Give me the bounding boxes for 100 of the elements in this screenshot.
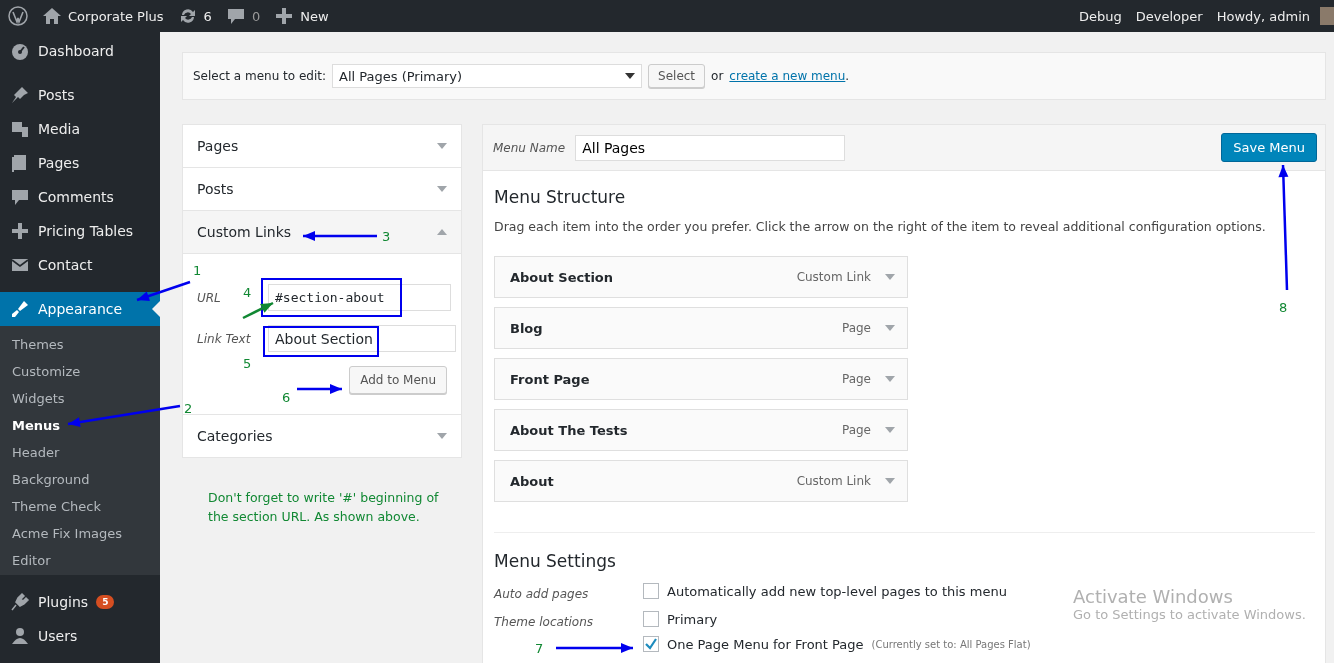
media-icon bbox=[10, 119, 30, 139]
sidebar-item[interactable]: Contact bbox=[0, 248, 160, 282]
annotation-number: 3 bbox=[382, 229, 391, 244]
collapse-arrow-icon[interactable] bbox=[437, 229, 447, 235]
expand-arrow-icon[interactable] bbox=[437, 433, 447, 439]
sidebar-item[interactable]: Comments bbox=[0, 180, 160, 214]
annotation-number: 1 bbox=[193, 263, 202, 278]
expand-arrow-icon[interactable] bbox=[885, 274, 895, 280]
expand-arrow-icon[interactable] bbox=[885, 376, 895, 382]
expand-arrow-icon[interactable] bbox=[885, 478, 895, 484]
sidebar-item[interactable]: Posts bbox=[0, 78, 160, 112]
submenu-item[interactable]: Editor bbox=[0, 548, 160, 575]
section-title: Posts bbox=[197, 181, 234, 197]
site-name-link[interactable]: Corporate Plus bbox=[68, 8, 164, 24]
admin-bar-link[interactable]: Howdy, admin bbox=[1216, 8, 1310, 24]
add-to-menu-button[interactable]: Add to Menu bbox=[349, 366, 447, 394]
activation-title: Activate Windows bbox=[1073, 586, 1234, 607]
wordpress-logo-icon[interactable] bbox=[8, 6, 28, 26]
menu-item[interactable]: Front Page Page bbox=[494, 358, 908, 400]
plus-icon[interactable] bbox=[274, 6, 295, 26]
admin-bar-link[interactable]: Developer bbox=[1135, 8, 1203, 24]
select-menu-label: Select a menu to edit: bbox=[193, 69, 327, 83]
sidebar-item[interactable]: Pages bbox=[0, 146, 160, 180]
submenu-item[interactable]: Menus bbox=[0, 413, 160, 440]
dashboard-icon bbox=[10, 41, 30, 61]
section-heading: Menu Structure bbox=[494, 187, 627, 207]
checkbox[interactable] bbox=[643, 611, 659, 627]
comments-count[interactable]: 0 bbox=[251, 8, 261, 24]
sidebar-item[interactable]: Users bbox=[0, 619, 160, 653]
save-menu-button[interactable]: Save Menu bbox=[1221, 133, 1317, 162]
annotation-number: 6 bbox=[282, 390, 291, 405]
annotation-number: 4 bbox=[243, 285, 252, 300]
submenu-item[interactable]: Widgets bbox=[0, 386, 160, 413]
section-title: Pages bbox=[197, 138, 239, 154]
submenu-item[interactable]: Themes bbox=[0, 332, 160, 359]
section-title: Categories bbox=[197, 428, 273, 444]
menu-item-title: About Section bbox=[510, 269, 614, 285]
checkbox[interactable] bbox=[643, 636, 659, 652]
menu-item-title: Blog bbox=[510, 320, 543, 336]
menu-item-title: About bbox=[510, 473, 554, 489]
submenu-item[interactable]: Customize bbox=[0, 359, 160, 386]
activation-text: Go to Settings to activate Windows. bbox=[1073, 607, 1306, 622]
section-title: Custom Links bbox=[197, 224, 292, 240]
annotation-number: 2 bbox=[184, 401, 193, 416]
submenu-item[interactable]: Background bbox=[0, 467, 160, 494]
menu-item-type: Custom Link bbox=[796, 270, 871, 284]
comment-icon bbox=[10, 187, 30, 207]
menu-item-title: Front Page bbox=[510, 371, 590, 387]
menu-item-type: Custom Link bbox=[796, 474, 871, 488]
sidebar-item[interactable]: Appearance bbox=[0, 292, 160, 326]
checkbox[interactable] bbox=[643, 583, 659, 599]
menu-item-type: Page bbox=[841, 321, 871, 335]
or-text: or bbox=[711, 69, 724, 83]
menu-item[interactable]: About The Tests Page bbox=[494, 409, 908, 451]
comment-icon[interactable] bbox=[225, 6, 246, 26]
menu-name-field[interactable]: All Pages bbox=[575, 134, 846, 161]
menu-item-title: About The Tests bbox=[510, 422, 628, 438]
menu-item[interactable]: About Custom Link bbox=[494, 460, 908, 502]
submenu-item[interactable]: Theme Check bbox=[0, 494, 160, 521]
plus-icon bbox=[10, 221, 30, 241]
annotation-arrow bbox=[242, 301, 274, 320]
menu-item[interactable]: About Section Custom Link bbox=[494, 256, 908, 298]
setting-label: Auto add pages bbox=[494, 587, 589, 601]
accordion-header[interactable]: Categories bbox=[183, 414, 461, 457]
submenu-item[interactable]: Acme Fix Images bbox=[0, 521, 160, 548]
checkbox-label: One Page Menu for Front Page bbox=[667, 636, 864, 652]
field-label: URL bbox=[197, 291, 221, 305]
submenu-item[interactable]: Header bbox=[0, 440, 160, 467]
expand-arrow-icon[interactable] bbox=[885, 325, 895, 331]
sidebar-item[interactable]: Pricing Tables bbox=[0, 214, 160, 248]
checkbox-label: Primary bbox=[667, 611, 718, 627]
accordion-header[interactable]: Pages bbox=[183, 125, 461, 167]
instructions-text: Drag each item into the order you prefer. Click the arrow on the right of the item to reveal additional configuration options. bbox=[494, 219, 1267, 234]
expand-arrow-icon[interactable] bbox=[885, 427, 895, 433]
expand-arrow-icon[interactable] bbox=[437, 186, 447, 192]
annotation-arrow bbox=[136, 280, 191, 302]
admin-bar-link[interactable]: Debug bbox=[1079, 8, 1122, 24]
user-icon bbox=[10, 626, 30, 646]
annotation-arrow bbox=[297, 384, 342, 394]
checkbox-label: Automatically add new top-level pages to this menu bbox=[667, 583, 1007, 599]
location-note: (Currently set to: All Pages Flat) bbox=[871, 638, 1031, 650]
sidebar-item[interactable]: Plugins 5 bbox=[0, 585, 160, 619]
current-pointer-icon bbox=[152, 301, 160, 317]
updates-count[interactable]: 6 bbox=[203, 8, 212, 24]
annotation-number: 5 bbox=[243, 356, 252, 371]
section-heading: Menu Settings bbox=[494, 551, 617, 571]
menu-dropdown[interactable]: All Pages (Primary) bbox=[332, 64, 643, 88]
new-link[interactable]: New bbox=[300, 8, 329, 24]
menu-item[interactable]: Blog Page bbox=[494, 307, 908, 349]
field-label: Link Text bbox=[197, 332, 251, 346]
sidebar-item[interactable]: Dashboard bbox=[0, 34, 160, 68]
sidebar-item[interactable]: Media bbox=[0, 112, 160, 146]
select-button[interactable]: Select bbox=[648, 64, 706, 88]
input-field[interactable]: #section-about bbox=[268, 284, 451, 311]
expand-arrow-icon[interactable] bbox=[437, 143, 447, 149]
annotation-note: Don't forget to write '#' beginning of the section URL. As shown above. bbox=[207, 489, 440, 526]
home-icon[interactable] bbox=[42, 6, 62, 26]
period-text: . bbox=[845, 69, 850, 83]
menu-name-label: Menu Name bbox=[493, 140, 566, 155]
input-field[interactable]: About Section bbox=[268, 325, 456, 352]
